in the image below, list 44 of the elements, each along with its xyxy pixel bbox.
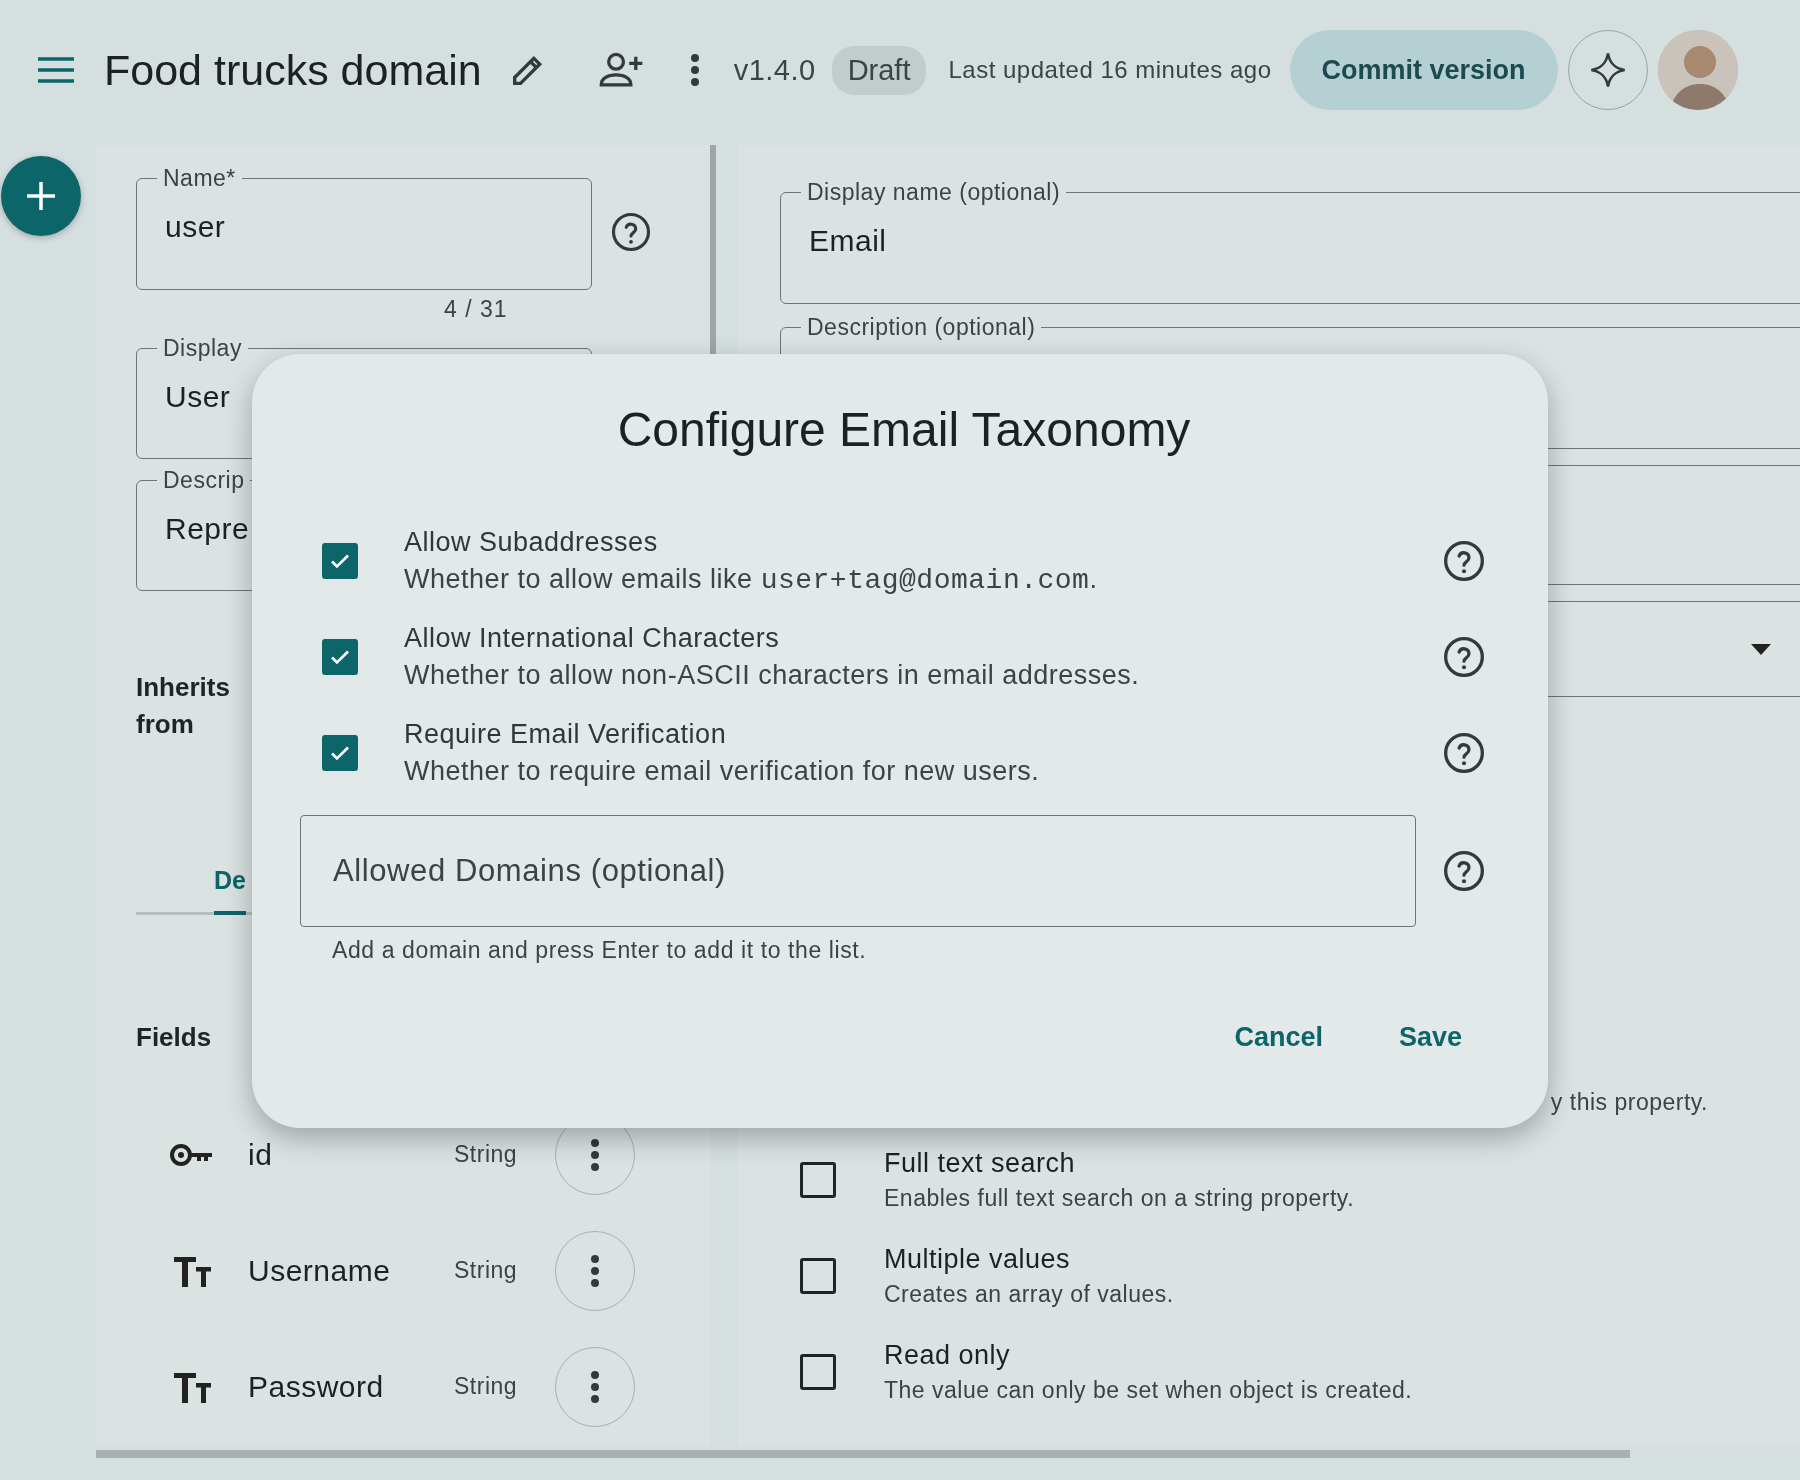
status-chip: Draft xyxy=(831,45,927,95)
field-type: String xyxy=(454,1257,519,1285)
field-name: id xyxy=(248,1138,274,1172)
option-label: Allow International Characters xyxy=(404,623,781,654)
dialog-title: Configure Email Taxonomy xyxy=(616,402,1192,457)
option-description: Creates an array of values. xyxy=(884,1281,1174,1308)
field-type: String xyxy=(454,1373,519,1401)
option-description: Enables full text search on a string property. xyxy=(884,1185,1355,1212)
option-label: Require Email Verification xyxy=(404,719,728,750)
character-counter: 4 / 31 xyxy=(444,296,508,323)
field-value: User xyxy=(165,380,231,414)
field-value: Repre xyxy=(165,511,250,546)
option-label: Full text search xyxy=(884,1148,1077,1179)
domains-field[interactable]: Allowed Domains (optional) xyxy=(300,815,1416,927)
save-button[interactable]: Save xyxy=(1380,1008,1480,1067)
hint-text: y this property. xyxy=(1550,1089,1708,1116)
option-description: The value can only be set when object is created. xyxy=(884,1377,1413,1404)
page-title: Food trucks domain xyxy=(104,45,482,95)
field-label: Descrip xyxy=(162,466,246,494)
cancel-button[interactable]: Cancel xyxy=(1216,1008,1341,1067)
tab[interactable]: De xyxy=(214,866,246,916)
field-name: Username xyxy=(248,1254,392,1288)
option-label: Allow Subaddresses xyxy=(404,526,659,558)
inherits-label: Inherits from xyxy=(136,670,231,742)
field-value: user xyxy=(165,210,226,244)
field-label: Name* xyxy=(162,165,237,192)
display-name-field[interactable]: Display name (optional) Email xyxy=(780,179,1800,304)
field-value: Email xyxy=(809,224,887,258)
fields-heading: Fields xyxy=(136,1021,213,1055)
field-label: Description (optional) xyxy=(806,314,1037,341)
field-label: Display xyxy=(162,335,243,362)
field-hint: Add a domain and press Enter to add it to the list. xyxy=(332,937,868,964)
field-name: Password xyxy=(248,1370,385,1404)
option-description: Whether to allow non-ASCII characters in email addresses. xyxy=(404,660,1141,691)
field-label: Display name (optional) xyxy=(806,179,1062,206)
option-label: Read only xyxy=(884,1340,1012,1371)
updated-text: Last updated 16 minutes ago xyxy=(948,56,1272,84)
version-label: v1.4.0 xyxy=(733,53,816,87)
option-description: Whether to allow emails like user+tag@domain.com. xyxy=(404,563,1099,596)
option-description: Whether to require email verification for new users. xyxy=(404,756,1041,787)
option-label: Multiple values xyxy=(884,1244,1072,1275)
commit-button[interactable]: Commit version xyxy=(1289,30,1558,110)
field-placeholder: Allowed Domains (optional) xyxy=(333,853,726,889)
field-type: String xyxy=(454,1141,519,1169)
